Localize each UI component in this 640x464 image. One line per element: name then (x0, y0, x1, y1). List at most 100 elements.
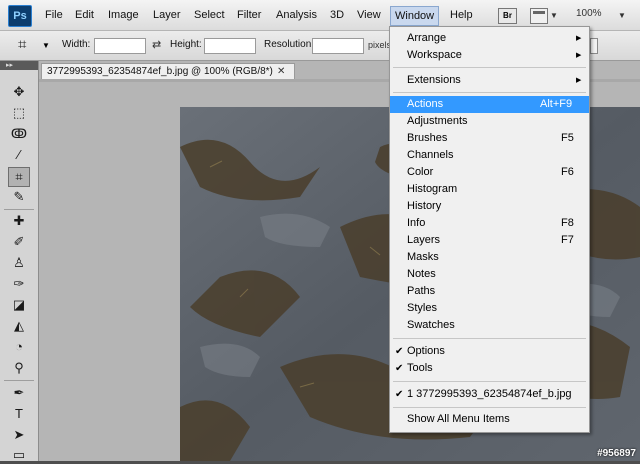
document-tab-title: 3772995393_62354874ef_b.jpg @ 100% (RGB/… (47, 66, 273, 77)
menu-item-label: Show All Menu Items (407, 413, 510, 425)
photoshop-logo: Ps (8, 5, 32, 27)
history-brush-tool-icon[interactable]: ✑ (9, 275, 29, 293)
close-icon[interactable]: ✕ (277, 64, 285, 79)
tools-panel: ▸▸ ✥ ⬚ ↂ ⁄ ⌗ ✎ ✚ ✐ ♙ ✑ ◪ ◭ ◔ ⚲ ✒ T ➤ ▭ (0, 61, 39, 464)
menu-item-brushes[interactable]: Brushes F5 (390, 130, 589, 147)
resolution-unit-select[interactable]: pixels (368, 40, 391, 50)
menu-item-history[interactable]: History (390, 198, 589, 215)
width-field[interactable] (94, 38, 146, 54)
width-label: Width: (62, 39, 91, 50)
crop-tool-icon[interactable]: ⌗ (8, 167, 30, 187)
menu-item-show-all[interactable]: Show All Menu Items (390, 411, 589, 428)
document-tab[interactable]: 3772995393_62354874ef_b.jpg @ 100% (RGB/… (41, 63, 295, 80)
eraser-tool-icon[interactable]: ◪ (9, 296, 29, 314)
menu-item-label: Arrange (407, 32, 447, 44)
watermark: #956897 (597, 448, 636, 459)
move-tool-icon[interactable]: ✥ (9, 83, 29, 101)
menu-file[interactable]: File (45, 0, 63, 30)
brush-tool-icon[interactable]: ✐ (9, 233, 29, 251)
menu-view[interactable]: View (357, 0, 381, 30)
menu-item-label: Masks (407, 251, 439, 263)
menu-image[interactable]: Image (108, 0, 139, 30)
collapse-icon[interactable]: ▸▸ (6, 61, 13, 69)
menu-item-label: Tools (407, 362, 433, 374)
menu-item-histogram[interactable]: Histogram (390, 181, 589, 198)
zoom-level[interactable]: 100% (576, 8, 602, 19)
menu-item-swatches[interactable]: Swatches (390, 317, 589, 334)
menu-window[interactable]: Window (390, 6, 440, 26)
menu-item-color[interactable]: Color F6 (390, 164, 589, 181)
menu-item-adjustments[interactable]: Adjustments (390, 113, 589, 130)
menu-item-label: Options (407, 345, 445, 357)
menu-item-masks[interactable]: Masks (390, 249, 589, 266)
height-label: Height: (170, 39, 202, 50)
bridge-button[interactable]: Br (498, 8, 517, 24)
height-field[interactable] (204, 38, 256, 54)
shape-tool-icon[interactable]: ▭ (9, 446, 29, 464)
menu-filter[interactable]: Filter (237, 0, 261, 30)
menu-edit[interactable]: Edit (75, 0, 94, 30)
menu-item-notes[interactable]: Notes (390, 266, 589, 283)
type-tool-icon[interactable]: T (9, 405, 29, 423)
options-button[interactable] (590, 38, 598, 54)
window-menu-dropdown: Arrange ▶ Workspace ▶ Extensions ▶ Actio… (389, 26, 590, 433)
menu-item-layers[interactable]: Layers F7 (390, 232, 589, 249)
menu-item-styles[interactable]: Styles (390, 300, 589, 317)
checkmark-icon: ✔ (395, 389, 404, 400)
menu-item-label: Notes (407, 268, 436, 280)
menu-select[interactable]: Select (194, 0, 225, 30)
clone-stamp-tool-icon[interactable]: ♙ (9, 254, 29, 272)
tools-panel-header[interactable]: ▸▸ (0, 61, 38, 70)
menu-item-tools[interactable]: ✔ Tools (390, 360, 589, 377)
pen-tool-icon[interactable]: ✒ (9, 384, 29, 402)
menu-item-label: Paths (407, 285, 436, 297)
menu-item-channels[interactable]: Channels (390, 147, 589, 164)
tool-preset-dropdown-icon[interactable]: ▼ (42, 41, 50, 50)
menu-item-label: History (407, 200, 442, 212)
menu-separator (393, 338, 586, 339)
lasso-tool-icon[interactable]: ↂ (9, 125, 29, 143)
screen-mode-dropdown-icon[interactable]: ▼ (550, 11, 558, 20)
menu-item-open-document[interactable]: ✔ 1 3772995393_62354874ef_b.jpg (390, 386, 589, 403)
menu-item-paths[interactable]: Paths (390, 283, 589, 300)
dodge-tool-icon[interactable]: ⚲ (9, 359, 29, 377)
menu-separator (393, 92, 586, 93)
submenu-arrow-icon: ▶ (576, 52, 582, 59)
menu-item-label: 1 3772995393_62354874ef_b.jpg (407, 388, 572, 400)
swap-dimensions-icon[interactable]: ⇄ (152, 38, 161, 51)
paint-bucket-tool-icon[interactable]: ◭ (9, 317, 29, 335)
magic-wand-tool-icon[interactable]: ⁄ (9, 146, 29, 164)
menu-item-options[interactable]: ✔ Options (390, 343, 589, 360)
resolution-field[interactable] (312, 38, 364, 54)
menu-item-arrange[interactable]: Arrange ▶ (390, 30, 589, 47)
eyedropper-tool-icon[interactable]: ✎ (9, 188, 29, 206)
submenu-arrow-icon: ▶ (576, 35, 582, 42)
path-selection-tool-icon[interactable]: ➤ (9, 426, 29, 444)
screen-mode-icon[interactable] (530, 8, 548, 24)
menu-item-actions[interactable]: Actions Alt+F9 (390, 96, 589, 113)
checkmark-icon: ✔ (395, 363, 404, 374)
menu-3d[interactable]: 3D (330, 0, 344, 30)
zoom-dropdown-icon[interactable]: ▼ (618, 11, 626, 20)
menu-item-workspace[interactable]: Workspace ▶ (390, 47, 589, 64)
menu-analysis[interactable]: Analysis (276, 0, 317, 30)
menu-layer[interactable]: Layer (153, 0, 181, 30)
menu-separator (393, 381, 586, 382)
menu-item-shortcut: F8 (561, 217, 574, 229)
menu-item-extensions[interactable]: Extensions ▶ (390, 72, 589, 89)
submenu-arrow-icon: ▶ (576, 77, 582, 84)
menu-item-info[interactable]: Info F8 (390, 215, 589, 232)
menu-item-label: Adjustments (407, 115, 468, 127)
crop-tool-preset-icon[interactable]: ⌗ (18, 37, 34, 53)
blur-tool-icon[interactable]: ◔ (9, 338, 29, 356)
menu-item-shortcut: F5 (561, 132, 574, 144)
healing-brush-tool-icon[interactable]: ✚ (9, 212, 29, 230)
menu-item-label: Extensions (407, 74, 461, 86)
menu-item-label: Actions (407, 98, 444, 110)
tools-divider (4, 209, 34, 210)
menu-item-shortcut: Alt+F9 (540, 98, 573, 110)
marquee-tool-icon[interactable]: ⬚ (9, 104, 29, 122)
menu-item-label: Swatches (407, 319, 455, 331)
menu-item-label: Histogram (407, 183, 458, 195)
menu-item-label: Styles (407, 302, 437, 314)
